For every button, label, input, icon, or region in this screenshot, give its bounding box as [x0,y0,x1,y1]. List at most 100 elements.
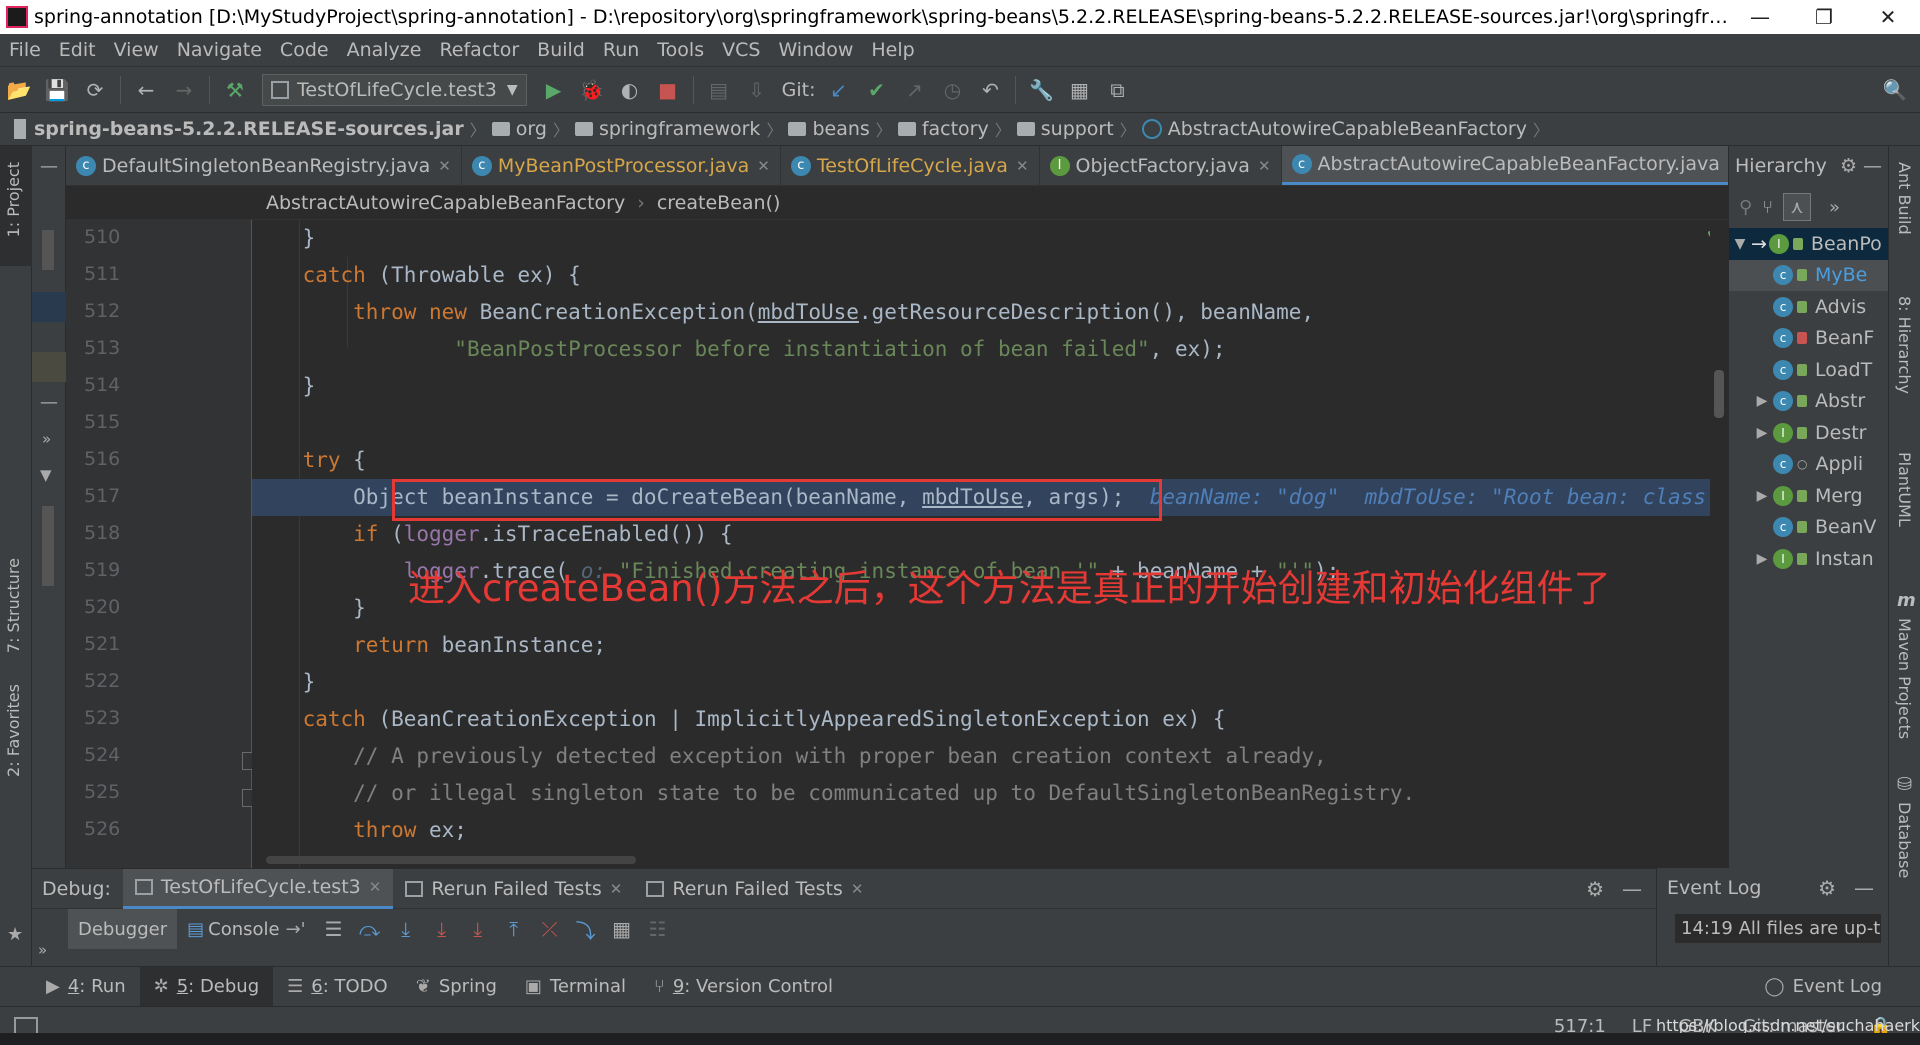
debug-tab-rerun-failed-2[interactable]: Rerun Failed Tests ✕ [634,869,875,909]
maven-projects-tool-tab[interactable]: Maven Projects [1895,618,1914,739]
git-update-icon[interactable]: ↙ [821,73,855,107]
editor-horizontal-scrollbar[interactable] [266,856,636,864]
close-icon[interactable]: ✕ [851,880,864,898]
sync-icon[interactable]: ⟳ [78,73,112,107]
git-push-icon[interactable]: ↗ [897,73,931,107]
collapsed-arrow-icon[interactable]: ▶ [1751,425,1773,441]
class-hierarchy-icon[interactable]: ⋏ [1783,193,1811,221]
sdk-icon[interactable]: ⧉ [1100,73,1134,107]
menu-refactor[interactable]: Refactor [430,39,528,61]
console-subtab[interactable]: ▤ Console →' [177,909,316,949]
menu-window[interactable]: Window [769,39,862,61]
gear-icon[interactable]: ⚙ [1586,877,1604,901]
close-icon[interactable]: ✕ [369,878,382,896]
evaluate-expression-icon[interactable]: ▦ [604,917,640,941]
subtypes-icon[interactable]: ⑂ [1762,197,1773,218]
download-icon[interactable]: ⇩ [740,73,774,107]
run-tool-button[interactable]: ▶ 4: Run [32,967,140,1007]
expanded-arrow-icon[interactable]: ▼ [1729,236,1751,252]
breadcrumb-factory[interactable]: factory [892,118,995,140]
terminal-tool-button[interactable]: ▣ Terminal [511,967,640,1007]
close-icon[interactable]: ✕ [1016,157,1029,175]
event-log-tool-button[interactable]: ◯ Event Log [1750,967,1896,1007]
hierarchy-item[interactable]: c MyBe [1729,259,1888,291]
tab-abstract-autowire-capable-bean-factory[interactable]: c AbstractAutowireCapableBeanFactory.jav… [1281,146,1752,185]
gear-icon[interactable]: ⚙ [1840,155,1857,177]
trace-stream-icon[interactable]: ☷ [640,917,676,941]
hierarchy-tool-tab[interactable]: 8: Hierarchy [1895,296,1914,394]
event-log-entry[interactable]: 14:19 All files are up-to [1675,914,1881,943]
hierarchy-item[interactable]: ▶ I Instan [1729,543,1888,575]
breadcrumb-org[interactable]: org [486,118,553,140]
debug-tab-test3[interactable]: TestOfLifeCycle.test3 ✕ [122,868,394,909]
database-tool-tab[interactable]: Database [1895,802,1914,878]
tab-default-singleton-bean-registry[interactable]: c DefaultSingletonBeanRegistry.java ✕ [66,146,462,185]
breadcrumb-class[interactable]: AbstractAutowireCapableBeanFactory [1136,118,1533,140]
debug-tab-rerun-failed-1[interactable]: Rerun Failed Tests ✕ [393,869,634,909]
debug-bug-icon[interactable]: 🐞 [575,73,609,107]
version-control-tool-button[interactable]: ⑂ 9: Version Control [640,967,847,1007]
code-editor[interactable]: } catch (Throwable ex) { throw new BeanC… [252,220,1728,868]
show-execution-point-icon[interactable]: ⤼ [352,917,388,941]
menu-edit[interactable]: Edit [50,39,105,61]
hierarchy-item[interactable]: c LoadT [1729,354,1888,386]
minus-icon[interactable]: — [40,392,58,413]
hierarchy-item[interactable]: c BeanF [1729,323,1888,355]
hierarchy-item[interactable]: ▶ I Merg [1729,480,1888,512]
close-icon[interactable]: ✕ [438,157,451,175]
hierarchy-item[interactable]: ▶ c Abstr [1729,386,1888,418]
hierarchy-item[interactable]: c BeanV [1729,512,1888,544]
breadcrumb-beans[interactable]: beans [782,118,875,140]
run-icon[interactable]: ▶ [537,73,571,107]
breadcrumb-jar[interactable]: spring-beans-5.2.2.RELEASE-sources.jar [0,118,470,140]
save-all-icon[interactable]: 💾 [40,73,74,107]
collapse-icon[interactable]: — [40,156,58,177]
close-icon[interactable]: ✕ [610,880,623,898]
stop-icon[interactable]: ■ [651,73,685,107]
debugger-subtab[interactable]: Debugger [68,909,178,949]
menu-tools[interactable]: Tools [648,39,713,61]
close-icon[interactable]: ✕ [1258,157,1271,175]
hierarchy-item[interactable]: ▼ → I BeanPo [1729,228,1888,260]
hierarchy-item[interactable]: c ○ Appli [1729,449,1888,481]
menu-help[interactable]: Help [862,39,923,61]
collapsed-arrow-icon[interactable]: ▶ [1751,488,1773,504]
forward-arrow-icon[interactable]: → [167,73,201,107]
menu-file[interactable]: File [0,39,50,61]
open-folder-icon[interactable]: 📂 [2,73,36,107]
plantuml-tool-tab[interactable]: PlantUML [1895,452,1914,527]
build-hammer-icon[interactable]: ⚒ [218,73,252,107]
ant-build-tool-tab[interactable]: Ant Build [1895,162,1914,235]
close-button[interactable]: ✕ [1856,5,1920,29]
drop-frame-icon[interactable]: ⤫ [532,917,568,941]
scroll-thumb[interactable] [1714,370,1724,418]
editor-crumb-class[interactable]: AbstractAutowireCapableBeanFactory [266,192,625,214]
step-out-icon[interactable]: ⤒ [496,917,532,941]
rollback-icon[interactable]: ↶ [973,73,1007,107]
menu-run[interactable]: Run [594,39,648,61]
scroll-thumb[interactable] [42,506,54,586]
menu-vcs[interactable]: VCS [713,39,769,61]
breadcrumb-support[interactable]: support [1011,118,1120,140]
update-project-icon[interactable]: ▤ [702,73,736,107]
step-over-icon[interactable]: ⤓ [388,917,424,941]
run-configuration-select[interactable]: TestOfLifeCycle.test3 ▼ [262,73,527,106]
gear-icon[interactable]: ⚙ [1818,876,1836,900]
run-to-cursor-icon[interactable]: ⤵ [568,915,604,944]
settings-wrench-icon[interactable]: 🔧 [1024,73,1058,107]
search-everywhere-icon[interactable]: 🔍 [1878,73,1912,107]
debug-tool-button[interactable]: ✲ 5: Debug [139,966,274,1007]
filter-icon[interactable]: ▼ [40,466,52,484]
step-into-icon[interactable]: ⤓ [424,917,460,941]
minimize-panel-icon[interactable]: — [1622,877,1642,901]
expand-chevrons-icon[interactable]: » [42,430,51,448]
close-icon[interactable]: ✕ [757,157,770,175]
menu-view[interactable]: View [105,39,168,61]
project-tool-tab[interactable]: 1: Project [4,162,23,237]
hierarchy-item[interactable]: c Advis [1729,291,1888,323]
tab-object-factory[interactable]: I ObjectFactory.java ✕ [1040,146,1282,185]
project-structure-icon[interactable]: ▦ [1062,73,1096,107]
editor-vertical-scrollbar[interactable] [1710,220,1728,868]
spring-tool-button[interactable]: ❦ Spring [402,967,511,1007]
menu-lines-icon[interactable]: ☰ [316,917,352,941]
